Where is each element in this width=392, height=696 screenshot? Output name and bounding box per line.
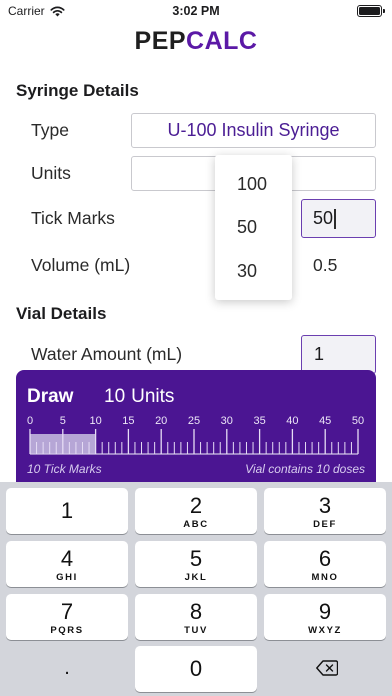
logo-calc: CALC	[186, 27, 258, 55]
ruler-label: 45	[319, 415, 331, 427]
draw-amount: 10 Units	[104, 386, 174, 408]
draw-title: Draw	[27, 386, 74, 407]
key-1[interactable]: 1	[6, 488, 128, 534]
volume-value: 0.5	[313, 255, 338, 275]
key-3-digit: 3	[318, 493, 332, 518]
key-5-digit: 5	[189, 546, 203, 571]
ruler-label: 35	[253, 415, 265, 427]
syringe-type-select[interactable]: U-100 Insulin Syringe	[131, 113, 376, 148]
key-decimal[interactable]: .	[6, 646, 128, 692]
status-bar: Carrier 3:02 PM	[0, 0, 392, 22]
key-4-letters: GHI	[56, 572, 78, 583]
status-time: 3:02 PM	[172, 4, 220, 18]
ruler-label: 5	[60, 415, 66, 427]
key-5-letters: JKL	[184, 572, 208, 583]
ruler-label: 25	[188, 415, 200, 427]
key-1-digit: 1	[60, 498, 74, 523]
ruler-label: 40	[286, 415, 298, 427]
draw-panel: Draw 10 Units 0 5 10 15 20 25 30 35 40 45 50 10 Tic…	[16, 370, 376, 482]
ruler-label: 15	[122, 415, 134, 427]
units-dropdown: 100 50 30	[215, 155, 292, 300]
key-9-digit: 9	[318, 599, 332, 624]
key-6-letters: MNO	[311, 572, 339, 583]
key-5[interactable]: 5 JKL	[135, 541, 257, 587]
key-6[interactable]: 6 MNO	[264, 541, 386, 587]
syringe-section-title: Syringe Details	[16, 81, 139, 100]
key-3-letters: DEF	[313, 519, 337, 530]
tick-marks-caption: 10 Tick Marks	[27, 462, 102, 476]
tick-marks-value: 50	[313, 208, 334, 228]
key-9[interactable]: 9 WXYZ	[264, 594, 386, 640]
key-7[interactable]: 7 PQRS	[6, 594, 128, 640]
tick-marks-label: Tick Marks	[31, 208, 115, 228]
vial-section-title: Vial Details	[16, 304, 107, 323]
battery-icon	[357, 5, 385, 17]
text-caret	[334, 208, 336, 229]
key-8-letters: TUV	[184, 625, 208, 636]
app-logo: PEPCALC	[0, 27, 392, 56]
units-label: Units	[31, 163, 71, 183]
key-4[interactable]: 4 GHI	[6, 541, 128, 587]
vial-doses-caption: Vial contains 10 doses	[245, 462, 365, 476]
ruler-label: 20	[155, 415, 167, 427]
key-3[interactable]: 3 DEF	[264, 488, 386, 534]
ruler-label: 0	[27, 415, 33, 427]
key-8[interactable]: 8 TUV	[135, 594, 257, 640]
key-2-digit: 2	[189, 493, 203, 518]
key-7-letters: PQRS	[50, 625, 84, 636]
logo-pep: PEP	[134, 27, 187, 55]
key-6-digit: 6	[318, 546, 332, 571]
tick-marks-input[interactable]: 50	[301, 199, 376, 238]
key-9-letters: WXYZ	[308, 625, 342, 636]
key-0[interactable]: 0	[135, 646, 257, 692]
water-amount-input[interactable]: 1	[301, 335, 376, 374]
ruler-label: 50	[352, 415, 364, 427]
type-label: Type	[31, 120, 69, 140]
draw-amount-unit: Units	[131, 386, 175, 407]
key-2-letters: ABC	[183, 519, 209, 530]
key-decimal-symbol: .	[64, 657, 70, 679]
syringe-ruler: 0 5 10 15 20 25 30 35 40 45 50	[27, 415, 364, 455]
key-0-digit: 0	[189, 656, 203, 681]
key-4-digit: 4	[60, 546, 74, 571]
units-option-30[interactable]: 30	[237, 261, 257, 282]
key-8-digit: 8	[189, 599, 203, 624]
water-amount-label: Water Amount (mL)	[31, 344, 183, 364]
key-2[interactable]: 2 ABC	[135, 488, 257, 534]
key-7-digit: 7	[60, 599, 74, 624]
ruler-label: 10	[89, 415, 101, 427]
volume-label: Volume (mL)	[31, 255, 131, 275]
units-option-50[interactable]: 50	[237, 217, 257, 238]
units-option-100[interactable]: 100	[237, 174, 267, 195]
backspace-icon	[316, 660, 338, 676]
draw-amount-number: 10	[104, 386, 126, 407]
ruler-label: 30	[221, 415, 233, 427]
